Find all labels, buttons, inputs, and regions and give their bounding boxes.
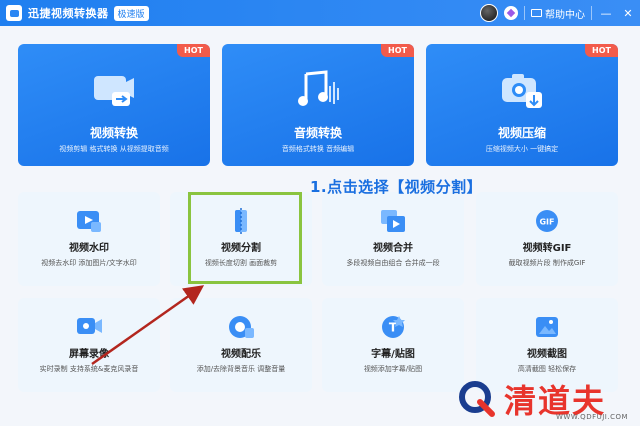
edition-badge: 极速版 xyxy=(113,5,149,21)
tool-title: 视频合并 xyxy=(373,243,413,254)
minimize-button[interactable]: — xyxy=(598,5,614,21)
title-bar: 迅捷视频转换器 极速版 帮助中心 — ✕ xyxy=(0,0,640,26)
video-convert-icon xyxy=(94,76,134,106)
tool-music[interactable]: 视频配乐 添加/去除背景音乐 调整音量 xyxy=(170,298,312,392)
subtitle-icon: T xyxy=(382,316,405,338)
merge-icon xyxy=(381,210,405,232)
split-highlight-box xyxy=(188,192,302,284)
card-desc: 压缩视频大小 一键搞定 xyxy=(485,145,559,153)
tool-screen-record[interactable]: 屏幕录像 实时录制 支持系统&麦克风录音 xyxy=(18,298,160,392)
tool-desc: 添加/去除背景音乐 调整音量 xyxy=(196,365,286,373)
tool-title: 屏幕录像 xyxy=(69,349,109,360)
card-desc: 视频剪辑 格式转换 从视频提取音频 xyxy=(59,145,169,153)
tool-merge[interactable]: 视频合并 多段视频自由组合 合并成一段 xyxy=(322,192,464,286)
tool-title: 视频水印 xyxy=(69,243,109,254)
music-note-icon xyxy=(298,70,339,106)
tool-title: 视频转GIF xyxy=(522,243,572,254)
hot-badge: HOT xyxy=(177,44,210,57)
compress-camera-icon xyxy=(502,74,542,108)
avatar[interactable] xyxy=(480,4,498,22)
app-logo-icon xyxy=(6,5,22,21)
card-title: 视频转换 xyxy=(89,126,138,140)
tool-desc: 截取视频片段 制作成GIF xyxy=(508,259,586,267)
video-convert-card[interactable]: HOT 视频转换 视频剪辑 格式转换 从视频提取音频 xyxy=(18,44,210,166)
watermark-logo: 清道夫 WWW.QDFUJI.COM xyxy=(456,372,636,424)
tool-subtitle[interactable]: T 字幕/贴图 视频添加字幕/贴图 xyxy=(322,298,464,392)
q-logo-icon xyxy=(459,381,495,417)
watermark-url: WWW.QDFUJI.COM xyxy=(556,413,629,421)
watermark-icon xyxy=(77,211,101,232)
divider xyxy=(524,6,525,20)
gif-icon: GIF xyxy=(536,210,558,232)
hot-badge: HOT xyxy=(381,44,414,57)
app-title: 迅捷视频转换器 xyxy=(28,7,109,20)
video-compress-card[interactable]: HOT 视频压缩 压缩视频大小 一键搞定 xyxy=(426,44,618,166)
hot-badge: HOT xyxy=(585,44,618,57)
tool-watermark[interactable]: 视频水印 视频去水印 添加图片/文字水印 xyxy=(18,192,160,286)
tool-gif[interactable]: GIF 视频转GIF 截取视频片段 制作成GIF xyxy=(476,192,618,286)
card-title: 视频压缩 xyxy=(497,126,546,140)
tool-title: 字幕/贴图 xyxy=(371,349,415,360)
tool-desc: 多段视频自由组合 合并成一段 xyxy=(346,259,440,267)
audio-convert-card[interactable]: HOT 音频转换 音频格式转换 音频编辑 xyxy=(222,44,414,166)
help-center-label: 帮助中心 xyxy=(545,9,585,21)
tool-desc: 视频添加字幕/贴图 xyxy=(363,365,423,373)
tool-title: 视频配乐 xyxy=(221,349,261,360)
screenshot-icon xyxy=(536,317,558,337)
tool-desc: 实时录制 支持系统&麦克风录音 xyxy=(39,365,139,373)
mail-icon xyxy=(531,9,542,17)
tool-title: 视频截图 xyxy=(527,349,567,360)
help-center-button[interactable]: 帮助中心 xyxy=(531,6,585,21)
vip-icon[interactable] xyxy=(504,6,518,20)
svg-text:GIF: GIF xyxy=(539,218,554,227)
card-desc: 音频格式转换 音频编辑 xyxy=(281,145,355,153)
divider xyxy=(591,6,592,20)
card-title: 音频转换 xyxy=(293,126,342,140)
tool-desc: 视频去水印 添加图片/文字水印 xyxy=(41,259,137,267)
music-add-icon xyxy=(229,316,254,338)
screen-record-icon xyxy=(77,318,102,334)
annotation-text: 1.点击选择【视频分割】 xyxy=(310,178,483,196)
close-button[interactable]: ✕ xyxy=(620,5,636,21)
